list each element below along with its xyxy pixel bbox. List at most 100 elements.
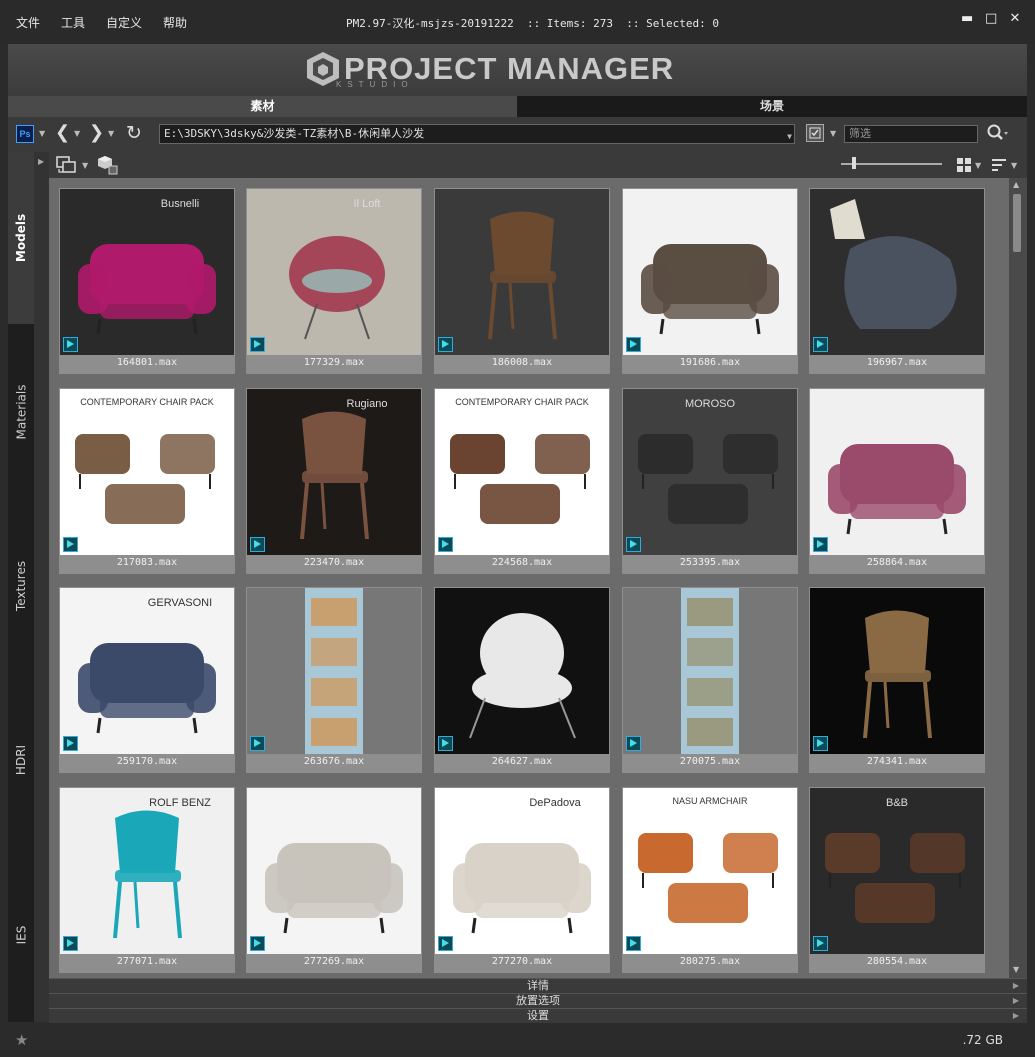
sidebar-label: Materials	[14, 384, 29, 440]
minimize-icon[interactable]: ▬	[961, 12, 973, 26]
collapse-gutter[interactable]: ▶	[34, 152, 49, 1022]
thumbnail-size-slider[interactable]	[841, 163, 942, 165]
chevron-down-icon[interactable]: ▼	[1011, 161, 1017, 170]
asset-thumbnail[interactable]: NASU ARMCHAIR 280275.max	[622, 787, 798, 973]
thumbnail-preview	[623, 588, 797, 754]
slider-handle[interactable]	[852, 157, 856, 169]
asset-thumbnail[interactable]: 264627.max	[434, 587, 610, 773]
asset-filename: 224568.max	[491, 557, 553, 568]
sidebar-item-ies[interactable]: IES	[8, 848, 34, 1022]
sidebar-item-materials[interactable]: Materials	[8, 324, 34, 500]
sort-icon[interactable]	[991, 157, 1007, 173]
preview-illustration	[863, 610, 932, 739]
sidebar-item-models[interactable]: Models	[8, 152, 34, 324]
scroll-up-icon[interactable]: ▲	[1013, 180, 1019, 189]
max-file-icon	[250, 537, 265, 552]
brand-text: Rugiano	[347, 398, 388, 410]
chevron-down-icon[interactable]: ▼	[39, 129, 45, 138]
menu-tools[interactable]: 工具	[61, 14, 85, 31]
close-icon[interactable]: ✕	[1009, 12, 1021, 26]
asset-thumbnail[interactable]: Il Loft 177329.max	[246, 188, 422, 374]
menu-customize[interactable]: 自定义	[106, 14, 142, 31]
search-icon[interactable]	[986, 123, 1008, 143]
thumbnail-preview	[623, 189, 797, 355]
forward-icon[interactable]: ❯	[89, 123, 104, 143]
sidebar-item-textures[interactable]: Textures	[8, 500, 34, 672]
panel-details[interactable]: 详情 ▶	[49, 978, 1027, 993]
asset-thumbnail[interactable]: Busnelli 164801.max	[59, 188, 235, 374]
preview-illustration	[488, 211, 557, 340]
asset-thumbnail[interactable]: 258864.max	[809, 388, 985, 574]
asset-thumbnail[interactable]: ROLF BENZ 277071.max	[59, 787, 235, 973]
chevron-right-icon[interactable]: ▶	[38, 157, 44, 166]
asset-filename: 277270.max	[491, 956, 553, 967]
asset-thumbnail[interactable]: 263676.max	[246, 587, 422, 773]
thumbnail-preview: GERVASONI	[60, 588, 234, 754]
panel-label: 详情	[527, 979, 549, 992]
chevron-down-icon[interactable]: ▼	[787, 130, 792, 144]
maximize-icon[interactable]: □	[985, 12, 997, 26]
preview-illustration: CONTEMPORARY CHAIR PACK	[450, 397, 590, 524]
preview-illustration	[469, 613, 576, 739]
asset-thumbnail[interactable]: 270075.max	[622, 587, 798, 773]
chevron-down-icon[interactable]: ▼	[830, 129, 836, 138]
thumbnail-preview: DePadova	[435, 788, 609, 954]
asset-thumbnail[interactable]: 274341.max	[809, 587, 985, 773]
max-file-icon	[438, 936, 453, 951]
grid-view-icon[interactable]	[956, 157, 972, 173]
asset-thumbnail[interactable]: GERVASONI 259170.max	[59, 587, 235, 773]
menu-file[interactable]: 文件	[16, 14, 40, 31]
chevron-down-icon[interactable]: ▼	[108, 129, 114, 138]
chevron-down-icon[interactable]: ▼	[74, 129, 80, 138]
max-file-icon	[250, 936, 265, 951]
sidebar-item-hdri[interactable]: HDRI	[8, 672, 34, 848]
sync-icon[interactable]	[55, 155, 79, 175]
asset-thumbnail[interactable]: Rugiano 223470.max	[246, 388, 422, 574]
thumbnail-preview: Rugiano	[247, 389, 421, 555]
main-tabs: 素材 场景	[8, 96, 1027, 117]
max-file-icon	[813, 537, 828, 552]
asset-thumbnail[interactable]: CONTEMPORARY CHAIR PACK 224568.max	[434, 388, 610, 574]
tab-assets[interactable]: 素材	[8, 96, 517, 117]
tab-scenes[interactable]: 场景	[517, 96, 1027, 117]
star-icon[interactable]: ★	[15, 1031, 28, 1049]
asset-thumbnail[interactable]: CONTEMPORARY CHAIR PACK 217083.max	[59, 388, 235, 574]
preview-illustration	[305, 588, 363, 754]
max-file-icon	[63, 736, 78, 751]
vertical-scrollbar[interactable]: ▲ ▼	[1009, 178, 1027, 978]
asset-thumbnail[interactable]: B&B 280554.max	[809, 787, 985, 973]
asset-thumbnail[interactable]: 186008.max	[434, 188, 610, 374]
cube-add-icon[interactable]	[97, 154, 119, 176]
thumbnail-preview: CONTEMPORARY CHAIR PACK	[60, 389, 234, 555]
refresh-icon[interactable]: ↻	[126, 123, 142, 143]
thumbnail-preview	[810, 588, 984, 754]
asset-filename: 223470.max	[303, 557, 365, 568]
chevron-down-icon[interactable]: ▼	[82, 161, 88, 170]
asset-thumbnail[interactable]: DePadova 277270.max	[434, 787, 610, 973]
asset-thumbnail[interactable]: MOROSO 253395.max	[622, 388, 798, 574]
brand-text: CONTEMPORARY CHAIR PACK	[455, 397, 589, 407]
filter-input[interactable]: 筛选	[844, 125, 978, 143]
menu-help[interactable]: 帮助	[163, 14, 187, 31]
scroll-down-icon[interactable]: ▼	[1013, 965, 1019, 974]
panel-placement-options[interactable]: 放置选项 ▶	[49, 993, 1027, 1008]
scrollbar-thumb[interactable]	[1013, 194, 1021, 252]
brand-text: B&B	[886, 797, 908, 809]
asset-filename: 253395.max	[679, 557, 741, 568]
chevron-down-icon[interactable]: ▼	[975, 161, 981, 170]
max-file-icon	[626, 936, 641, 951]
checklist-icon	[809, 127, 821, 139]
thumbnail-preview	[810, 389, 984, 555]
sidebar-label: HDRI	[14, 744, 29, 776]
filter-list-icon[interactable]	[806, 124, 824, 142]
asset-thumbnail[interactable]: 196967.max	[809, 188, 985, 374]
panel-settings[interactable]: 设置 ▶	[49, 1008, 1027, 1023]
back-icon[interactable]: ❮	[55, 123, 70, 143]
photoshop-icon[interactable]: Ps	[16, 125, 34, 143]
asset-filename: 264627.max	[491, 756, 553, 767]
asset-thumbnail[interactable]: 277269.max	[246, 787, 422, 973]
path-input[interactable]: E:\3DSKY\3dsky&沙发类-TZ素材\B-休闲单人沙发 ▼	[159, 124, 795, 144]
asset-filename: 196967.max	[866, 357, 928, 368]
asset-thumbnail[interactable]: 191686.max	[622, 188, 798, 374]
preview-illustration: Busnelli	[78, 198, 216, 335]
